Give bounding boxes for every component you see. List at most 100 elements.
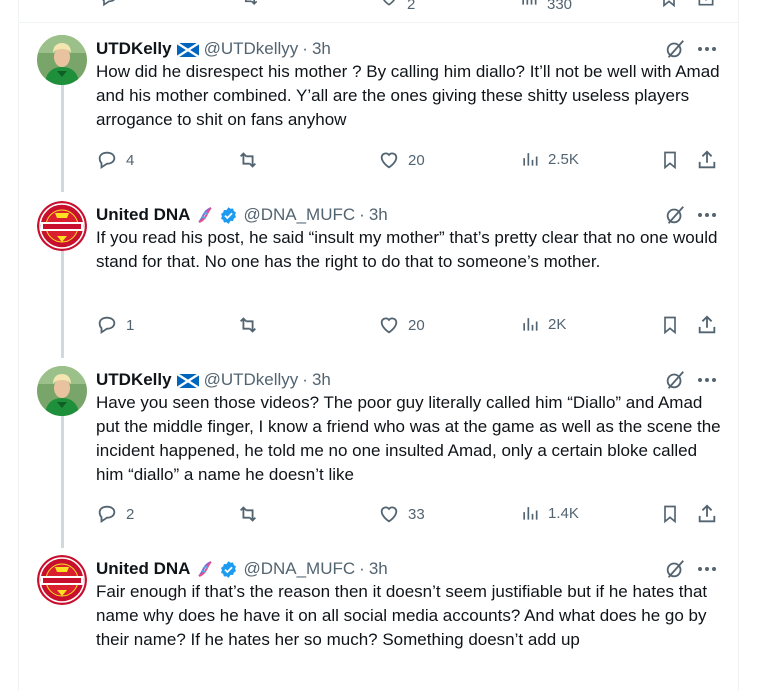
views-count: 2.5K xyxy=(548,150,579,168)
tweet-header: UTDKelly @UTDkellyy · 3h xyxy=(96,368,728,392)
separator-dot: · xyxy=(302,370,308,389)
share-icon[interactable] xyxy=(696,0,716,13)
share-icon[interactable] xyxy=(696,149,718,171)
bookmark-icon[interactable] xyxy=(660,503,680,525)
more-options-icon[interactable] xyxy=(694,556,720,582)
views-count: 2K xyxy=(548,315,567,333)
avatar[interactable] xyxy=(37,201,87,251)
tweet-text: Have you seen those videos? The poor guy… xyxy=(96,393,721,484)
dna-emoji-icon xyxy=(195,205,215,225)
reply-icon xyxy=(96,503,118,525)
views-icon xyxy=(520,503,540,523)
more-options-icon[interactable] xyxy=(694,202,720,228)
reply-count: 4 xyxy=(126,151,135,169)
tweet[interactable]: UTDKelly @UTDkellyy · 3h Have you seen t… xyxy=(19,353,738,543)
like-count: 20 xyxy=(408,316,425,334)
like-count: 33 xyxy=(408,505,425,523)
dna-emoji-icon xyxy=(195,559,215,579)
conversation-thread: 2 330 UTDKelly @UTDkellyy · 3h How did h… xyxy=(18,0,739,691)
separator-dot: · xyxy=(359,205,365,224)
handle[interactable]: @DNA_MUFC xyxy=(243,205,355,225)
views-count: 1.4K xyxy=(548,504,579,522)
share-icon[interactable] xyxy=(696,503,718,525)
like-count: 2 xyxy=(407,0,416,13)
like-button-previous[interactable]: 2 xyxy=(379,0,415,13)
timestamp[interactable]: 3h xyxy=(369,205,388,225)
reply-icon xyxy=(96,149,118,171)
reply-button[interactable]: 1 xyxy=(96,314,134,336)
heart-icon xyxy=(378,149,400,171)
tweet[interactable]: United DNA @DNA_MUFC · 3h Fair enough if… xyxy=(19,542,738,691)
handle[interactable]: @UTDkellyy xyxy=(204,39,299,59)
repost-button[interactable] xyxy=(236,314,268,336)
views-count: 330 xyxy=(547,0,573,13)
tweet-text: If you read his post, he said “insult my… xyxy=(96,228,718,271)
verified-badge-icon[interactable] xyxy=(219,206,238,225)
avatar[interactable] xyxy=(37,555,87,605)
grok-icon[interactable] xyxy=(664,369,686,391)
like-button[interactable]: 33 xyxy=(378,503,425,525)
repost-icon xyxy=(236,503,260,525)
grok-icon[interactable] xyxy=(664,38,686,60)
repost-icon[interactable] xyxy=(239,0,261,13)
views-icon xyxy=(520,149,540,169)
grok-icon[interactable] xyxy=(664,204,686,226)
tweet-header: United DNA @DNA_MUFC · 3h xyxy=(96,203,728,227)
bookmark-icon[interactable] xyxy=(659,0,679,13)
timestamp[interactable]: 3h xyxy=(312,370,331,390)
reply-count: 2 xyxy=(126,505,135,523)
tweet-actions: 1 20 2K xyxy=(96,314,722,340)
repost-icon xyxy=(236,314,260,336)
grok-icon[interactable] xyxy=(664,558,686,580)
like-button[interactable]: 20 xyxy=(378,149,425,171)
like-count: 20 xyxy=(408,151,425,169)
tweet-header: United DNA @DNA_MUFC · 3h xyxy=(96,557,728,581)
handle[interactable]: @UTDkellyy xyxy=(204,370,299,390)
tweet-actions: 4 20 2.5K xyxy=(96,149,722,175)
tweet-actions: 2 33 1.4K xyxy=(96,503,722,529)
separator-dot: · xyxy=(359,559,365,578)
tweet-text: Fair enough if that’s the reason then it… xyxy=(96,582,708,649)
reply-icon xyxy=(96,314,118,336)
like-button[interactable]: 20 xyxy=(378,314,425,336)
avatar[interactable] xyxy=(37,35,87,85)
repost-button[interactable] xyxy=(236,149,268,171)
views-icon xyxy=(520,314,540,334)
views-button-previous[interactable]: 330 xyxy=(519,0,572,13)
tweet[interactable]: UTDKelly @UTDkellyy · 3h How did he disr… xyxy=(19,22,738,188)
views-icon xyxy=(519,0,539,13)
previous-tweet-actions: 2 330 xyxy=(19,0,738,23)
heart-icon xyxy=(378,314,400,336)
timestamp[interactable]: 3h xyxy=(312,39,331,59)
verified-badge-icon[interactable] xyxy=(219,560,238,579)
display-name[interactable]: UTDKelly xyxy=(96,39,172,59)
display-name[interactable]: UTDKelly xyxy=(96,370,172,390)
scotland-flag-icon xyxy=(175,372,200,390)
views-button[interactable]: 1.4K xyxy=(520,503,579,523)
handle[interactable]: @DNA_MUFC xyxy=(243,559,355,579)
bookmark-icon[interactable] xyxy=(660,149,680,171)
heart-icon xyxy=(379,0,399,13)
display-name[interactable]: United DNA xyxy=(96,205,190,225)
timestamp[interactable]: 3h xyxy=(369,559,388,579)
bookmark-icon[interactable] xyxy=(660,314,680,336)
reply-icon[interactable] xyxy=(99,0,119,13)
display-name[interactable]: United DNA xyxy=(96,559,190,579)
tweet-header: UTDKelly @UTDkellyy · 3h xyxy=(96,37,728,61)
scotland-flag-icon xyxy=(175,41,200,59)
views-button[interactable]: 2.5K xyxy=(520,149,579,169)
heart-icon xyxy=(378,503,400,525)
repost-icon xyxy=(236,149,260,171)
avatar[interactable] xyxy=(37,366,87,416)
more-options-icon[interactable] xyxy=(694,367,720,393)
reply-button[interactable]: 2 xyxy=(96,503,134,525)
more-options-icon[interactable] xyxy=(694,36,720,62)
reply-button[interactable]: 4 xyxy=(96,149,134,171)
tweet[interactable]: United DNA @DNA_MUFC · 3h If you read hi… xyxy=(19,188,738,354)
tweet-text: How did he disrespect his mother ? By ca… xyxy=(96,62,720,129)
reply-count: 1 xyxy=(126,316,135,334)
share-icon[interactable] xyxy=(696,314,718,336)
separator-dot: · xyxy=(302,39,308,58)
views-button[interactable]: 2K xyxy=(520,314,566,334)
repost-button[interactable] xyxy=(236,503,268,525)
